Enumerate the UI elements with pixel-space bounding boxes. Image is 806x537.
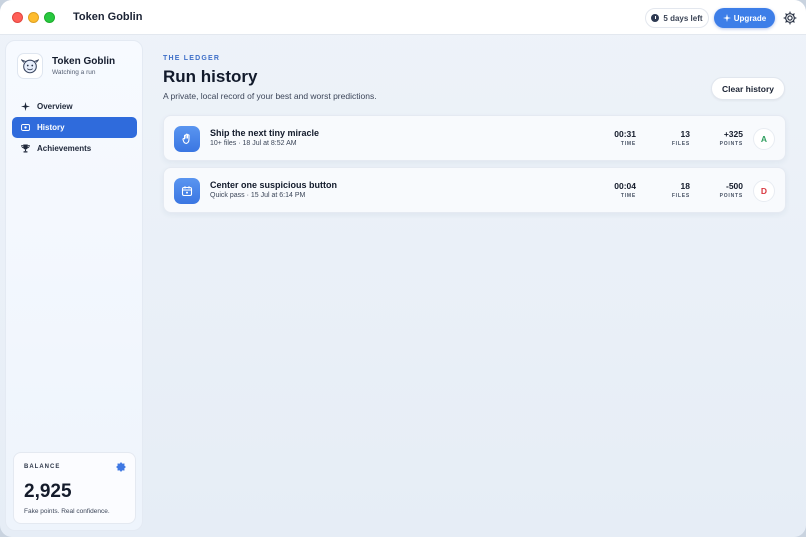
sidebar: Token Goblin Watching a run Overview His… <box>5 40 143 531</box>
run-points-value: -500 <box>725 181 743 191</box>
run-icon <box>174 126 200 152</box>
zoom-window-button[interactable] <box>44 12 55 23</box>
page-title: Run history <box>163 67 258 86</box>
upgrade-label: Upgrade <box>733 13 767 23</box>
run-files-value: 13 <box>680 129 690 139</box>
run-files-label: FILES <box>671 193 690 199</box>
sparkle-icon <box>21 102 30 111</box>
sidebar-item-history[interactable]: History <box>12 117 137 138</box>
balance-label: BALANCE <box>24 464 61 470</box>
close-window-button[interactable] <box>12 12 23 23</box>
run-points-stat: -500 POINTS <box>720 181 743 199</box>
run-row[interactable]: Center one suspicious button Quick pass … <box>163 167 786 213</box>
run-time-stat: 00:31 TIME <box>614 129 636 147</box>
run-title: Ship the next tiny miracle <box>210 128 320 138</box>
run-meta: Quick pass · 15 Jul at 6:14 PM <box>210 192 306 199</box>
run-points-label: POINTS <box>719 141 743 147</box>
run-time-label: TIME <box>620 193 636 199</box>
sidebar-item-label: Overview <box>37 102 73 111</box>
clear-history-button[interactable]: Clear history <box>711 77 785 100</box>
run-time-value: 00:31 <box>614 129 636 139</box>
run-time-label: TIME <box>620 141 636 147</box>
settings-button[interactable] <box>782 10 798 26</box>
avatar <box>17 53 43 79</box>
trophy-icon <box>21 144 30 153</box>
gear-icon <box>783 11 797 25</box>
grade-badge: D <box>753 180 775 202</box>
section-eyebrow: THE LEDGER <box>163 55 221 62</box>
sidebar-item-achievements[interactable]: Achievements <box>12 138 137 159</box>
grade-badge: A <box>753 128 775 150</box>
goblin-icon <box>21 59 39 74</box>
run-title: Center one suspicious button <box>210 180 338 190</box>
sidebar-item-label: Achievements <box>37 144 92 153</box>
run-files-value: 18 <box>680 181 690 191</box>
sidebar-item-label: History <box>37 123 65 132</box>
window-title: Token Goblin <box>73 11 143 23</box>
title-bar: Token Goblin 5 days left Upgrade <box>0 0 806 35</box>
minimize-window-button[interactable] <box>28 12 39 23</box>
run-points-stat: +325 POINTS <box>720 129 743 147</box>
trial-status-badge[interactable]: 5 days left <box>645 8 709 28</box>
run-time-value: 00:04 <box>614 181 636 191</box>
run-meta: 10+ files · 18 Jul at 8:52 AM <box>210 140 297 147</box>
page-subtitle: A private, local record of your best and… <box>163 91 377 101</box>
balance-caption: Fake points. Real confidence. <box>24 508 110 515</box>
run-files-stat: 18 FILES <box>672 181 690 199</box>
gem-icon <box>116 462 126 472</box>
run-points-label: POINTS <box>719 193 743 199</box>
sidebar-item-overview[interactable]: Overview <box>12 96 137 117</box>
upgrade-button[interactable]: Upgrade <box>714 8 775 28</box>
hand-icon <box>182 133 190 144</box>
app-window: Token Goblin 5 days left Upgrade Token G… <box>0 0 806 537</box>
trial-status-text: 5 days left <box>663 13 703 23</box>
run-icon <box>174 178 200 204</box>
run-files-label: FILES <box>671 141 690 147</box>
brand-name: Token Goblin <box>52 56 116 67</box>
clock-icon <box>651 14 660 22</box>
run-points-value: +325 <box>723 129 743 139</box>
balance-card: BALANCE 2,925 Fake points. Real confiden… <box>13 452 136 524</box>
run-files-stat: 13 FILES <box>672 129 690 147</box>
run-row[interactable]: Ship the next tiny miracle 10+ files · 1… <box>163 115 786 161</box>
sparkle-icon <box>722 14 731 22</box>
balance-value: 2,925 <box>24 481 72 502</box>
calendar-icon <box>181 186 193 197</box>
brand-status: Watching a run <box>52 69 96 76</box>
history-icon <box>21 124 30 131</box>
run-time-stat: 00:04 TIME <box>614 181 636 199</box>
